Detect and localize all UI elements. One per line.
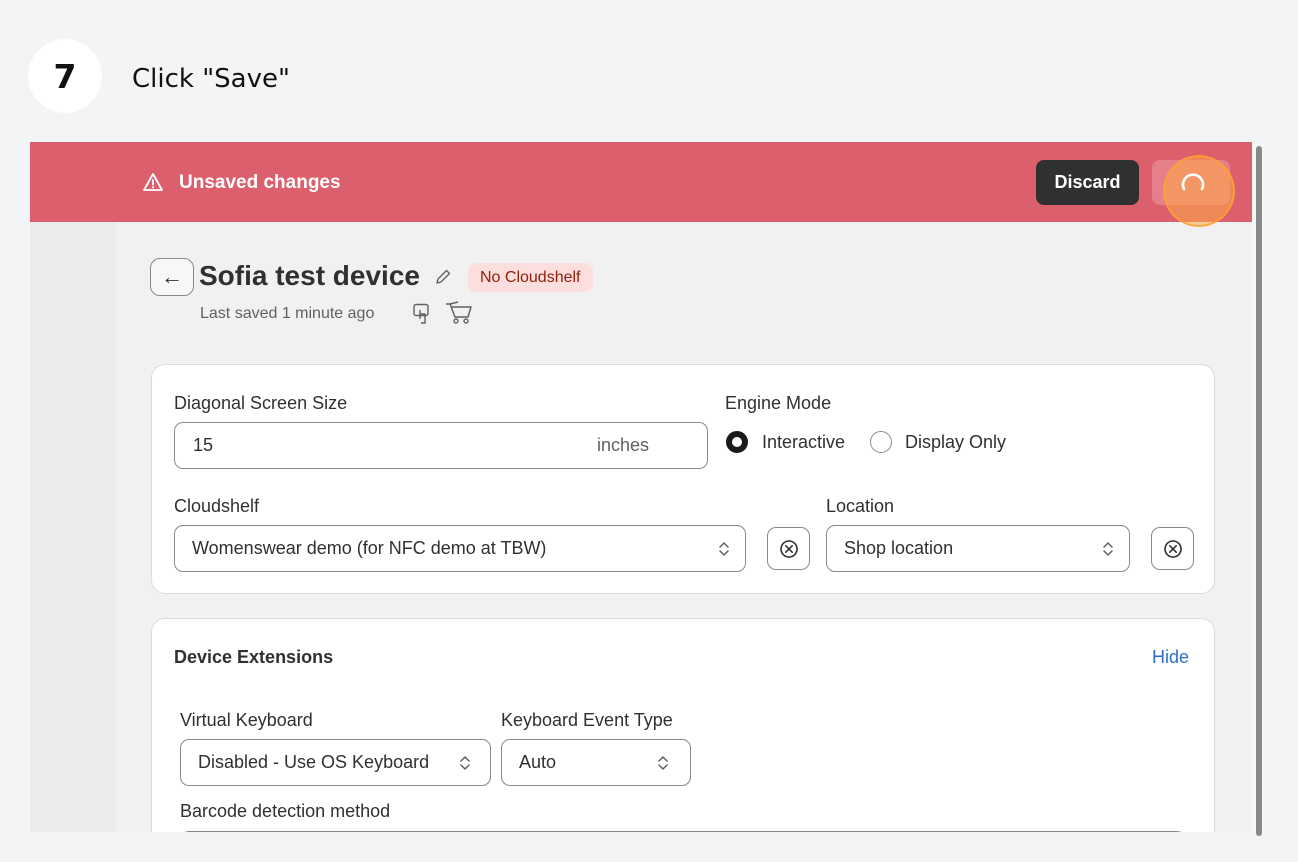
radio-display-only[interactable]	[870, 431, 892, 453]
touch-icon	[413, 303, 429, 324]
unsaved-changes-bar: Unsaved changes Discard	[30, 142, 1252, 227]
screen-size-label: Diagonal Screen Size	[174, 393, 348, 413]
keyboard-event-type-label: Keyboard Event Type	[501, 710, 673, 730]
location-label: Location	[826, 496, 895, 516]
status-badge: No Cloudshelf	[468, 263, 593, 292]
screen-size-value: 15	[193, 435, 214, 455]
cloudshelf-select[interactable]: Womenswear demo (for NFC demo at TBW)	[174, 525, 746, 572]
barcode-detection-select[interactable]	[180, 831, 1186, 832]
virtual-keyboard-select[interactable]: Disabled - Use OS Keyboard	[180, 739, 491, 786]
screen-size-input[interactable]: 15 inches	[174, 422, 708, 469]
sidebar-strip	[30, 222, 116, 832]
barcode-detection-label: Barcode detection method	[180, 801, 391, 821]
cloudshelf-value: Womenswear demo (for NFC demo at TBW)	[192, 538, 547, 558]
device-extensions-card: Device Extensions Hide Virtual Keyboard …	[151, 618, 1215, 832]
clear-location-button[interactable]	[1151, 527, 1194, 570]
cloudshelf-label: Cloudshelf	[174, 496, 260, 516]
app-screenshot: Unsaved changes Discard ← Sofia test dev…	[30, 142, 1252, 832]
shopping-cart-icon	[446, 301, 472, 324]
location-select[interactable]: Shop location	[826, 525, 1130, 572]
chevron-updown-icon	[1103, 542, 1113, 556]
circle-x-icon	[1163, 539, 1182, 558]
chevron-updown-icon	[460, 756, 470, 770]
location-value: Shop location	[844, 538, 954, 558]
chevron-updown-icon	[658, 756, 668, 770]
hide-link[interactable]: Hide	[1152, 647, 1189, 668]
engine-mode-label: Engine Mode	[725, 393, 832, 413]
last-saved-text: Last saved 1 minute ago	[200, 305, 375, 322]
discard-button[interactable]: Discard	[1036, 160, 1139, 205]
screen-size-suffix: inches	[596, 435, 649, 455]
radio-interactive-label: Interactive	[762, 432, 846, 452]
device-settings-card: Diagonal Screen Size 15 inches Engine Mo…	[151, 364, 1215, 594]
radio-interactive[interactable]	[726, 431, 748, 453]
device-extensions-title: Device Extensions	[174, 647, 334, 667]
pencil-icon[interactable]	[434, 268, 452, 286]
tutorial-step-frame: 7 Click "Save" Unsaved changes Discard ←…	[0, 0, 1298, 862]
keyboard-event-type-select[interactable]: Auto	[501, 739, 691, 786]
arrow-left-icon: ←	[161, 264, 183, 289]
circle-x-icon	[779, 539, 798, 558]
back-button[interactable]: ←	[150, 258, 194, 296]
clear-cloudshelf-button[interactable]	[767, 527, 810, 570]
radio-display-only-label: Display Only	[905, 432, 1007, 452]
step-instruction: Click "Save"	[132, 64, 290, 94]
scrollbar-thumb[interactable]	[1256, 146, 1262, 836]
page-title: Sofia test device	[199, 260, 420, 291]
warning-icon	[143, 173, 163, 191]
chevron-updown-icon	[719, 542, 729, 556]
unsaved-changes-label: Unsaved changes	[179, 172, 341, 193]
virtual-keyboard-label: Virtual Keyboard	[180, 710, 313, 730]
loading-spinner-icon	[1181, 173, 1205, 191]
step-number: 7	[28, 39, 102, 113]
keyboard-event-type-value: Auto	[519, 752, 557, 772]
virtual-keyboard-value: Disabled - Use OS Keyboard	[198, 752, 430, 772]
step-header: 7 Click "Save"	[0, 0, 1298, 142]
